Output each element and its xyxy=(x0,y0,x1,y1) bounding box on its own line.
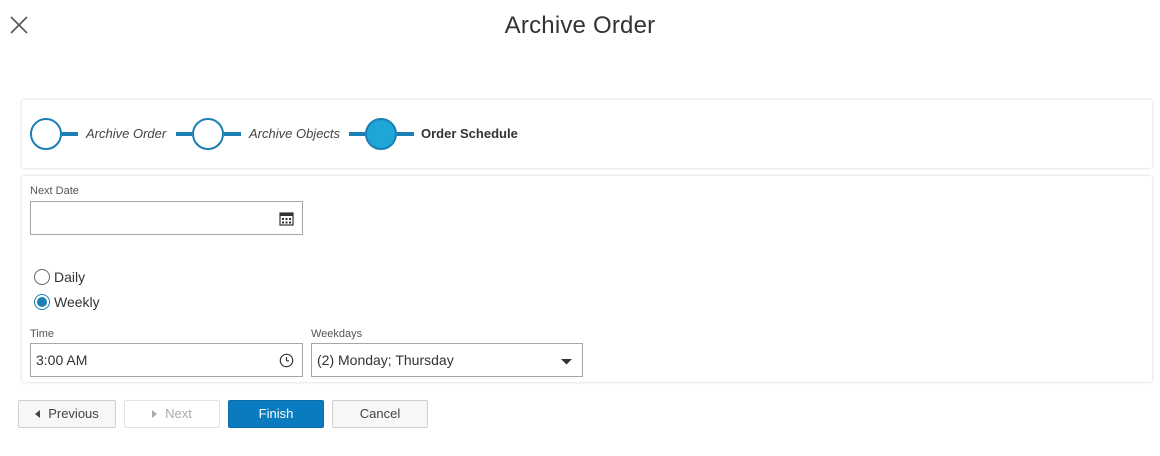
weekly-radio-label: Weekly xyxy=(54,294,100,310)
step-1-label[interactable]: Archive Order xyxy=(86,126,166,141)
next-date-input[interactable] xyxy=(30,201,303,235)
calendar-icon[interactable] xyxy=(279,211,294,226)
schedule-form: Next Date Daily Weekly Time 3:00 AM Week… xyxy=(22,176,1152,382)
wizard-stepper: Archive Order Archive Objects Order Sche… xyxy=(22,100,1152,168)
finish-button-label: Finish xyxy=(258,406,294,421)
daily-radio[interactable] xyxy=(34,269,50,285)
dialog-title: Archive Order xyxy=(504,12,656,39)
step-connector xyxy=(176,132,192,136)
time-value: 3:00 AM xyxy=(36,352,88,368)
step-2-label[interactable]: Archive Objects xyxy=(249,126,340,141)
weekdays-label: Weekdays xyxy=(311,328,363,340)
step-connector xyxy=(397,132,414,136)
clock-icon[interactable] xyxy=(279,353,294,368)
weekdays-value: (2) Monday; Thursday xyxy=(317,352,454,368)
weekdays-select[interactable]: (2) Monday; Thursday xyxy=(311,343,583,377)
caret-left-icon xyxy=(35,409,41,418)
next-button-label: Next xyxy=(165,406,192,421)
weekly-radio[interactable] xyxy=(34,294,50,310)
caret-right-icon xyxy=(152,409,158,418)
step-2-circle[interactable] xyxy=(192,118,224,150)
step-3-label[interactable]: Order Schedule xyxy=(421,126,518,141)
previous-button[interactable]: Previous xyxy=(18,400,116,428)
step-connector xyxy=(349,132,365,136)
cancel-button-label: Cancel xyxy=(359,406,401,421)
archive-order-dialog: Archive Order Archive Order Archive Obje… xyxy=(0,0,1160,456)
time-label: Time xyxy=(30,328,55,340)
step-connector xyxy=(224,132,241,136)
previous-button-label: Previous xyxy=(48,406,99,421)
dropdown-arrow-icon[interactable] xyxy=(559,354,574,369)
step-connector xyxy=(62,132,78,136)
step-1-circle[interactable] xyxy=(30,118,62,150)
step-3-circle-active[interactable] xyxy=(365,118,397,150)
daily-radio-label: Daily xyxy=(54,269,86,285)
next-date-label: Next Date xyxy=(30,185,79,197)
time-input[interactable]: 3:00 AM xyxy=(30,343,303,377)
next-button[interactable]: Next xyxy=(124,400,220,428)
finish-button[interactable]: Finish xyxy=(228,400,324,428)
cancel-button[interactable]: Cancel xyxy=(332,400,428,428)
